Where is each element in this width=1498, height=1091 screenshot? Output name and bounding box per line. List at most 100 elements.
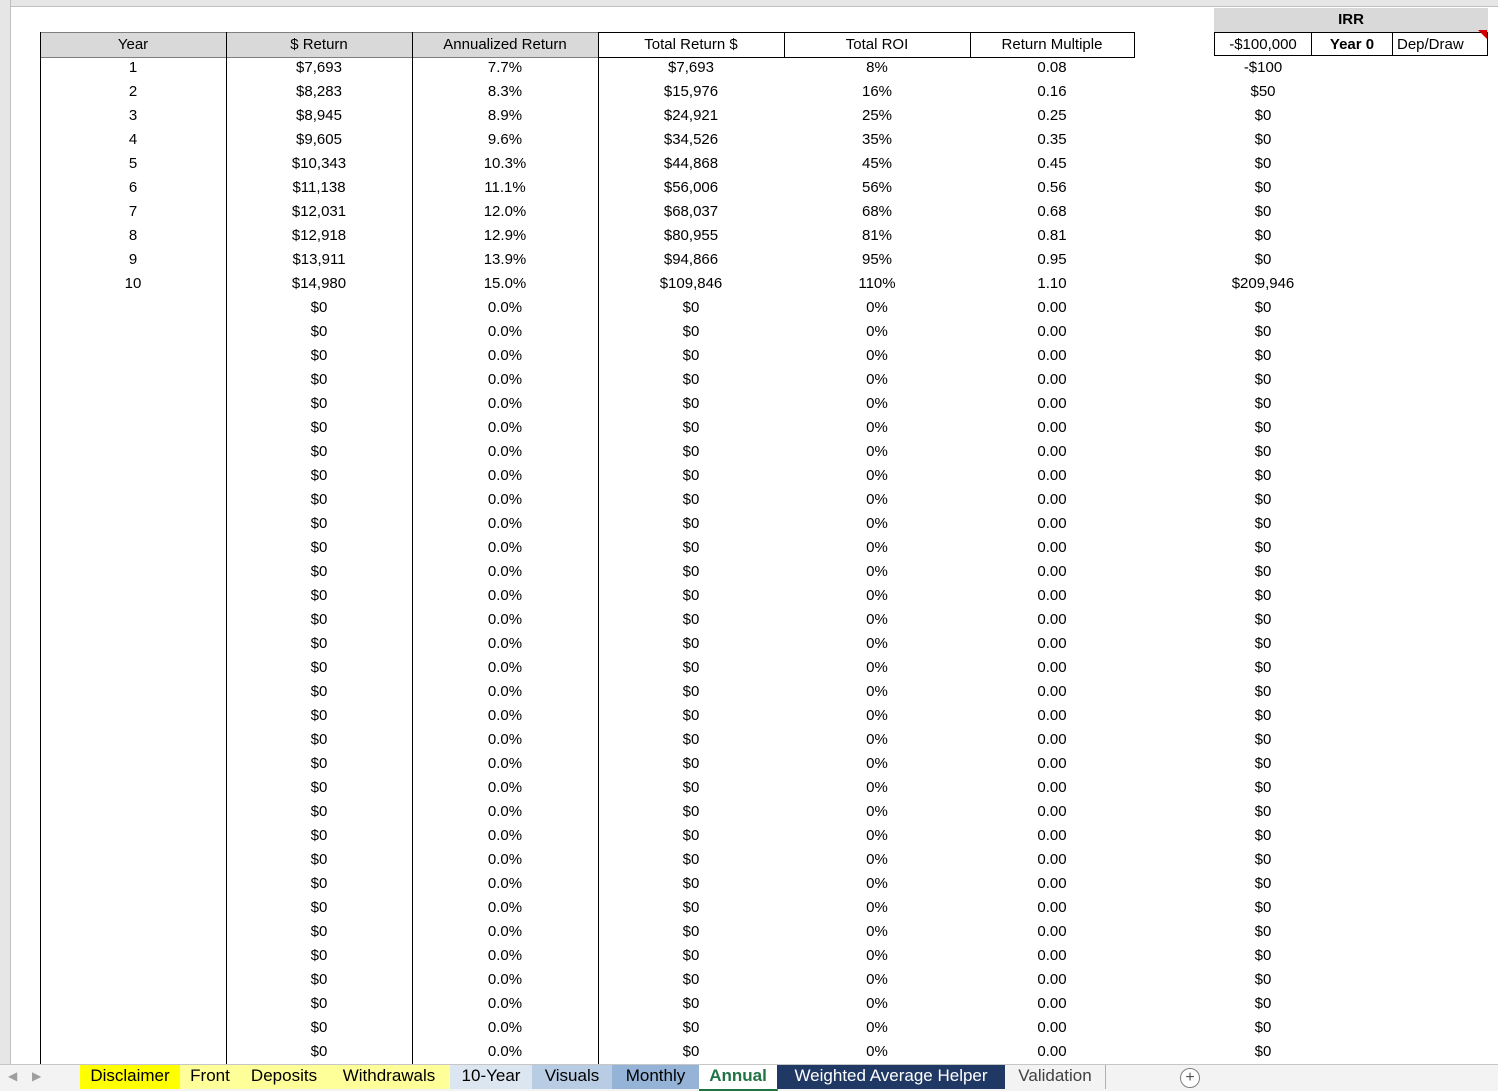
cell-year[interactable]: 7 [40, 200, 226, 224]
cell-annualized-return[interactable]: 0.0% [412, 488, 598, 512]
cell-year[interactable] [40, 992, 226, 1016]
cell-dollar-return[interactable]: $12,918 [226, 224, 412, 248]
cell-year[interactable] [40, 1016, 226, 1040]
cell-annualized-return[interactable]: 0.0% [412, 1040, 598, 1064]
comment-indicator-icon[interactable] [1478, 30, 1487, 39]
cell-year[interactable] [40, 824, 226, 848]
cell-dollar-return[interactable]: $8,283 [226, 80, 412, 104]
cell-total-return[interactable]: $0 [598, 632, 784, 656]
cell-total-return[interactable]: $0 [598, 1040, 784, 1064]
tab-validation[interactable]: Validation [1005, 1065, 1106, 1089]
cell-total-roi[interactable]: 0% [784, 416, 970, 440]
cell-year[interactable] [40, 872, 226, 896]
cell-return-multiple[interactable]: 0.00 [970, 608, 1134, 632]
cell-irr-cashflow[interactable]: $0 [1214, 752, 1312, 776]
cell-return-multiple[interactable]: 0.00 [970, 704, 1134, 728]
cell-irr-cashflow[interactable]: $0 [1214, 512, 1312, 536]
cell-total-return[interactable]: $0 [598, 488, 784, 512]
add-sheet-icon[interactable]: + [1180, 1068, 1200, 1088]
cell-dollar-return[interactable]: $0 [226, 992, 412, 1016]
cell-annualized-return[interactable]: 0.0% [412, 752, 598, 776]
cell-return-multiple[interactable]: 0.95 [970, 248, 1134, 272]
cell-dollar-return[interactable]: $0 [226, 776, 412, 800]
cell-year[interactable] [40, 608, 226, 632]
cell-dollar-return[interactable]: $0 [226, 392, 412, 416]
cell-return-multiple[interactable]: 0.00 [970, 320, 1134, 344]
tab-10-year[interactable]: 10-Year [450, 1065, 533, 1089]
cell-irr-cashflow[interactable]: $0 [1214, 152, 1312, 176]
cell-total-roi[interactable]: 0% [784, 608, 970, 632]
cell-annualized-return[interactable]: 0.0% [412, 656, 598, 680]
cell-annualized-return[interactable]: 12.0% [412, 200, 598, 224]
cell-return-multiple[interactable]: 0.00 [970, 920, 1134, 944]
cell-annualized-return[interactable]: 0.0% [412, 944, 598, 968]
cell-year[interactable] [40, 728, 226, 752]
tab-annual[interactable]: Annual [699, 1065, 778, 1091]
cell-dollar-return[interactable]: $0 [226, 296, 412, 320]
cell-total-roi[interactable]: 0% [784, 848, 970, 872]
irr-initial-investment[interactable]: -$100,000 [1214, 32, 1312, 56]
header-annualized-return[interactable]: Annualized Return [412, 32, 598, 58]
cell-year[interactable] [40, 704, 226, 728]
cell-dollar-return[interactable]: $0 [226, 464, 412, 488]
cell-irr-cashflow[interactable]: $0 [1214, 704, 1312, 728]
cell-dollar-return[interactable]: $0 [226, 368, 412, 392]
tab-deposits[interactable]: Deposits [240, 1065, 329, 1089]
scroll-right-icon[interactable]: ▶ [32, 1069, 41, 1083]
cell-year[interactable]: 2 [40, 80, 226, 104]
tab-front[interactable]: Front [180, 1065, 241, 1089]
cell-total-return[interactable]: $0 [598, 464, 784, 488]
cell-return-multiple[interactable]: 0.00 [970, 992, 1134, 1016]
cell-total-roi[interactable]: 0% [784, 296, 970, 320]
cell-total-roi[interactable]: 81% [784, 224, 970, 248]
cell-total-roi[interactable]: 0% [784, 512, 970, 536]
cell-annualized-return[interactable]: 0.0% [412, 512, 598, 536]
cell-annualized-return[interactable]: 12.9% [412, 224, 598, 248]
cell-annualized-return[interactable]: 15.0% [412, 272, 598, 296]
cell-irr-cashflow[interactable]: $0 [1214, 464, 1312, 488]
cell-total-return[interactable]: $0 [598, 896, 784, 920]
cell-irr-cashflow[interactable]: $0 [1214, 992, 1312, 1016]
cell-total-roi[interactable]: 45% [784, 152, 970, 176]
cell-year[interactable] [40, 896, 226, 920]
cell-year[interactable] [40, 296, 226, 320]
cell-return-multiple[interactable]: 0.00 [970, 392, 1134, 416]
cell-annualized-return[interactable]: 11.1% [412, 176, 598, 200]
cell-year[interactable] [40, 584, 226, 608]
cell-return-multiple[interactable]: 0.00 [970, 296, 1134, 320]
cell-year[interactable] [40, 944, 226, 968]
cell-total-roi[interactable]: 0% [784, 392, 970, 416]
cell-dollar-return[interactable]: $0 [226, 920, 412, 944]
cell-dollar-return[interactable]: $0 [226, 560, 412, 584]
cell-return-multiple[interactable]: 0.00 [970, 512, 1134, 536]
cell-total-roi[interactable]: 0% [784, 776, 970, 800]
cell-return-multiple[interactable]: 0.00 [970, 896, 1134, 920]
cell-total-return[interactable]: $7,693 [598, 56, 784, 80]
cell-return-multiple[interactable]: 0.08 [970, 56, 1134, 80]
cell-dollar-return[interactable]: $0 [226, 752, 412, 776]
cell-total-return[interactable]: $15,976 [598, 80, 784, 104]
cell-total-return[interactable]: $0 [598, 368, 784, 392]
cell-annualized-return[interactable]: 0.0% [412, 728, 598, 752]
cell-dollar-return[interactable]: $0 [226, 872, 412, 896]
cell-irr-cashflow[interactable]: $0 [1214, 104, 1312, 128]
cell-return-multiple[interactable]: 0.00 [970, 1016, 1134, 1040]
cell-total-return[interactable]: $0 [598, 416, 784, 440]
cell-dollar-return[interactable]: $0 [226, 584, 412, 608]
cell-irr-cashflow[interactable]: $0 [1214, 632, 1312, 656]
cell-year[interactable] [40, 920, 226, 944]
cell-year[interactable] [40, 752, 226, 776]
cell-irr-cashflow[interactable]: $0 [1214, 440, 1312, 464]
cell-year[interactable] [40, 680, 226, 704]
cell-irr-cashflow[interactable]: $0 [1214, 728, 1312, 752]
cell-total-return[interactable]: $0 [598, 968, 784, 992]
cell-irr-cashflow[interactable]: $0 [1214, 968, 1312, 992]
cell-year[interactable] [40, 656, 226, 680]
cell-return-multiple[interactable]: 0.35 [970, 128, 1134, 152]
cell-dollar-return[interactable]: $0 [226, 704, 412, 728]
cell-return-multiple[interactable]: 0.16 [970, 80, 1134, 104]
cell-total-roi[interactable]: 0% [784, 368, 970, 392]
cell-dollar-return[interactable]: $0 [226, 1016, 412, 1040]
cell-year[interactable] [40, 512, 226, 536]
cell-total-roi[interactable]: 16% [784, 80, 970, 104]
